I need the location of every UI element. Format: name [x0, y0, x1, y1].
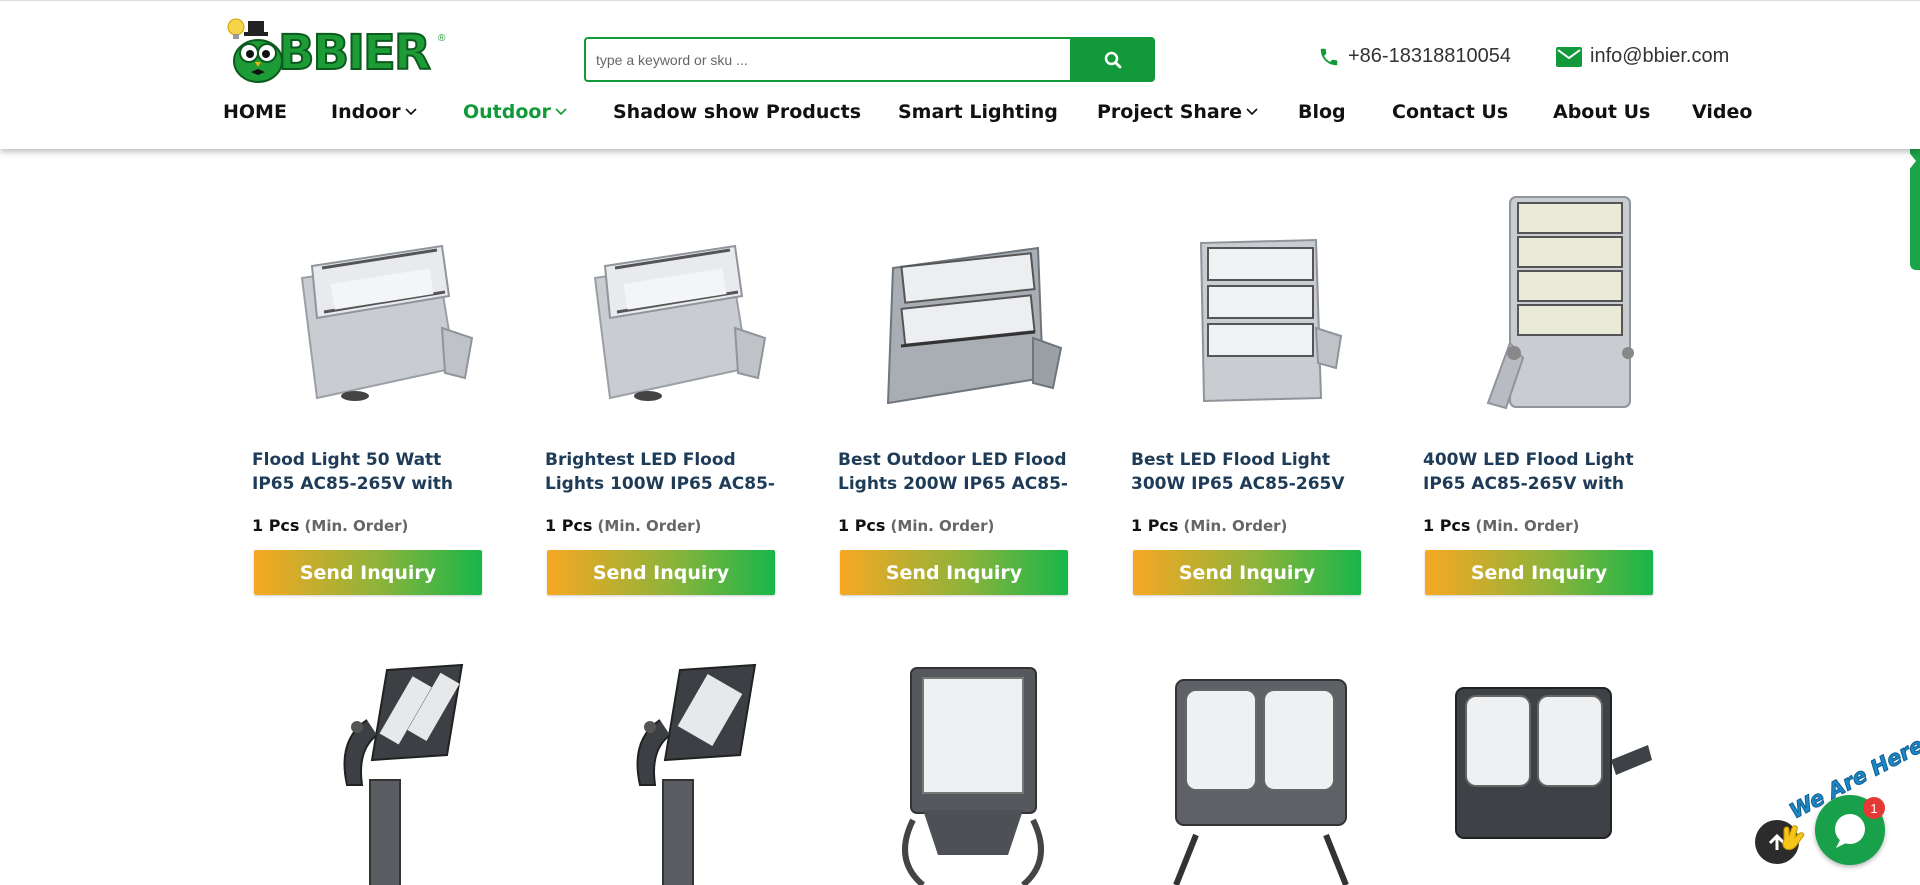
site-header: BBIER ® +86-18318810054 info@bbier.com H… [0, 0, 1920, 149]
search-input[interactable] [584, 37, 1070, 82]
chat-notification-badge: 1 [1863, 797, 1885, 819]
nav-label: Indoor [331, 101, 401, 123]
send-inquiry-button[interactable]: Send Inquiry [254, 550, 482, 595]
product-image[interactable] [545, 198, 795, 438]
chat-button[interactable]: 1 [1815, 795, 1885, 865]
registered-mark: ® [438, 33, 446, 44]
logo-wordmark: BBIER [277, 25, 432, 81]
product-image[interactable] [252, 198, 502, 438]
nav-label: Outdoor [463, 101, 551, 123]
product-title[interactable]: 400W LED Flood Light IP65 AC85-265V with [1423, 448, 1655, 496]
product-image[interactable] [1423, 660, 1673, 885]
nav-label: HOME [223, 101, 287, 123]
moq-note: (Min. Order) [1183, 517, 1288, 535]
phone-icon [1318, 46, 1340, 68]
nav-blog[interactable]: Blog [1298, 101, 1346, 123]
product-moq: 1 Pcs (Min. Order) [838, 516, 994, 535]
product-image[interactable] [1131, 660, 1381, 885]
send-inquiry-button[interactable]: Send Inquiry [1133, 550, 1361, 595]
product-image[interactable] [1423, 196, 1673, 438]
nav-label: Smart Lighting [898, 101, 1058, 123]
owl-mascot-icon [227, 18, 283, 83]
product-moq: 1 Pcs (Min. Order) [1131, 516, 1287, 535]
nav-about-us[interactable]: About Us [1553, 101, 1650, 123]
send-inquiry-button[interactable]: Send Inquiry [547, 550, 775, 595]
product-moq: 1 Pcs (Min. Order) [1423, 516, 1579, 535]
chevron-down-icon [555, 108, 567, 116]
moq-qty: 1 Pcs [838, 516, 886, 535]
nav-indoor[interactable]: Indoor [331, 101, 417, 123]
waving-hand-icon [1778, 822, 1806, 857]
nav-project-share[interactable]: Project Share [1097, 101, 1258, 123]
moq-qty: 1 Pcs [1423, 516, 1471, 535]
nav-label: Blog [1298, 101, 1346, 123]
nav-label: Shadow show Products [613, 101, 862, 123]
moq-qty: 1 Pcs [252, 516, 300, 535]
chat-bubble-icon [1835, 814, 1865, 848]
nav-shadow-show-products[interactable]: Shadow show Products [613, 101, 861, 123]
nav-video[interactable]: Video [1692, 101, 1752, 123]
product-title[interactable]: Brightest LED Flood Lights 100W IP65 AC8… [545, 448, 777, 496]
product-title[interactable]: Best LED Flood Light 300W IP65 AC85-265V… [1131, 448, 1363, 496]
nav-label: About Us [1553, 101, 1651, 123]
email-contact[interactable]: info@bbier.com [1556, 45, 1729, 68]
nav-label: Contact Us [1392, 101, 1509, 123]
search-button[interactable] [1070, 37, 1155, 82]
chevron-down-icon [1246, 108, 1258, 116]
nav-label: Project Share [1097, 101, 1242, 123]
email-address: info@bbier.com [1590, 45, 1730, 67]
nav-home[interactable]: HOME [223, 101, 287, 123]
product-image[interactable] [838, 198, 1088, 438]
nav-label: Video [1692, 101, 1753, 123]
send-inquiry-button[interactable]: Send Inquiry [1425, 550, 1653, 595]
nav-outdoor[interactable]: Outdoor [463, 101, 567, 123]
send-inquiry-button[interactable]: Send Inquiry [840, 550, 1068, 595]
phone-number: +86-18318810054 [1348, 45, 1511, 67]
moq-note: (Min. Order) [304, 517, 409, 535]
main-nav: HOME Indoor Outdoor Shadow show Products… [0, 101, 1920, 131]
product-image[interactable] [1131, 198, 1381, 438]
phone-contact[interactable]: +86-18318810054 [1318, 45, 1511, 68]
nav-contact-us[interactable]: Contact Us [1392, 101, 1508, 123]
product-image[interactable] [252, 660, 502, 885]
product-moq: 1 Pcs (Min. Order) [545, 516, 701, 535]
mail-icon [1556, 46, 1582, 67]
search-bar [584, 37, 1155, 82]
product-moq: 1 Pcs (Min. Order) [252, 516, 408, 535]
moq-qty: 1 Pcs [1131, 516, 1179, 535]
moq-note: (Min. Order) [597, 517, 702, 535]
product-image[interactable] [545, 660, 795, 885]
product-image[interactable] [838, 660, 1088, 885]
moq-note: (Min. Order) [890, 517, 995, 535]
search-icon [1104, 51, 1121, 68]
product-title[interactable]: Flood Light 50 Watt IP65 AC85-265V with … [252, 448, 484, 496]
site-logo[interactable]: BBIER ® [222, 13, 450, 83]
moq-qty: 1 Pcs [545, 516, 593, 535]
moq-note: (Min. Order) [1475, 517, 1580, 535]
chevron-down-icon [405, 108, 417, 116]
product-title[interactable]: Best Outdoor LED Flood Lights 200W IP65 … [838, 448, 1070, 496]
nav-smart-lighting[interactable]: Smart Lighting [898, 101, 1058, 123]
